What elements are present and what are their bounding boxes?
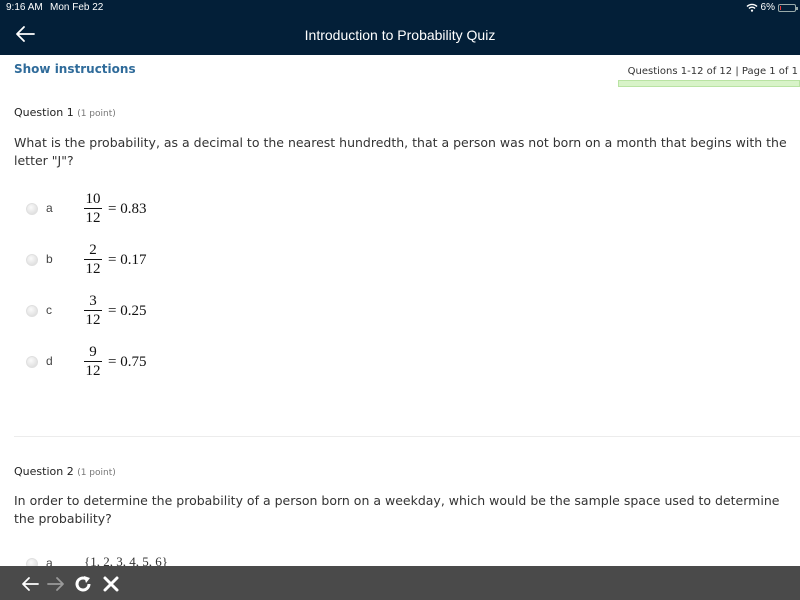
radio-button[interactable]: [26, 254, 38, 266]
radio-button[interactable]: [26, 203, 38, 215]
denominator: 12: [85, 261, 101, 277]
option-a[interactable]: a 10 12 = 0.83: [26, 191, 226, 237]
status-date: Mon Feb 22: [50, 2, 104, 13]
option-letter: b: [46, 252, 53, 266]
app-header: 9:16 AM Mon Feb 22 6% Introduction to Pr…: [0, 0, 800, 55]
battery-percent: 6%: [760, 2, 775, 13]
question-heading: Question 2 (1 point): [14, 465, 116, 478]
status-time: 9:16 AM: [6, 2, 43, 13]
progress-bar: [618, 80, 800, 87]
option-letter: d: [46, 354, 53, 368]
browser-toolbar: [0, 566, 800, 600]
denominator: 12: [85, 363, 101, 379]
question-divider: [14, 436, 800, 437]
close-icon: [103, 576, 119, 592]
radio-button[interactable]: [26, 356, 38, 368]
battery-icon: [778, 3, 798, 12]
option-b[interactable]: b 2 12 = 0.17: [26, 242, 226, 288]
radio-button[interactable]: [26, 305, 38, 317]
browser-forward-button[interactable]: [46, 574, 66, 594]
question-points: (1 point): [77, 468, 116, 478]
denominator: 12: [85, 210, 101, 226]
status-bar: 9:16 AM Mon Feb 22 6%: [0, 0, 800, 16]
numerator: 2: [89, 242, 97, 258]
numerator: 3: [89, 293, 97, 309]
question-text: What is the probability, as a decimal to…: [14, 135, 787, 168]
question-number: Question 1: [14, 106, 74, 119]
arrow-left-icon: [22, 577, 39, 591]
fraction: 9 12: [84, 344, 102, 380]
show-instructions-link[interactable]: Show instructions: [14, 62, 136, 76]
option-d[interactable]: d 9 12 = 0.75: [26, 344, 226, 390]
page-title: Introduction to Probability Quiz: [304, 27, 496, 43]
option-result: = 0.25: [108, 303, 147, 319]
denominator: 12: [85, 312, 101, 328]
numerator: 9: [89, 344, 97, 360]
question-number: Question 2: [14, 465, 74, 478]
status-right: 6%: [746, 2, 798, 13]
option-result: = 0.17: [108, 252, 147, 268]
option-result: = 0.83: [108, 201, 147, 217]
browser-close-button[interactable]: [101, 574, 121, 594]
browser-reload-button[interactable]: [73, 574, 93, 594]
question-points: (1 point): [77, 109, 116, 119]
fraction: 10 12: [84, 191, 102, 227]
fraction: 3 12: [84, 293, 102, 329]
option-letter: a: [46, 201, 53, 215]
fraction: 2 12: [84, 242, 102, 278]
numerator: 10: [85, 191, 101, 207]
reload-icon: [75, 576, 91, 592]
arrow-right-icon: [47, 577, 64, 591]
wifi-icon: [746, 3, 758, 12]
question-text: In order to determine the probability of…: [14, 493, 780, 526]
question-heading: Question 1 (1 point): [14, 106, 116, 119]
option-result: = 0.75: [108, 354, 147, 370]
option-c[interactable]: c 3 12 = 0.25: [26, 293, 226, 339]
browser-back-button[interactable]: [20, 574, 40, 594]
option-letter: c: [46, 303, 52, 317]
pager-label: Questions 1-12 of 12 | Page 1 of 1: [627, 66, 798, 77]
progress-fill: [619, 81, 799, 86]
